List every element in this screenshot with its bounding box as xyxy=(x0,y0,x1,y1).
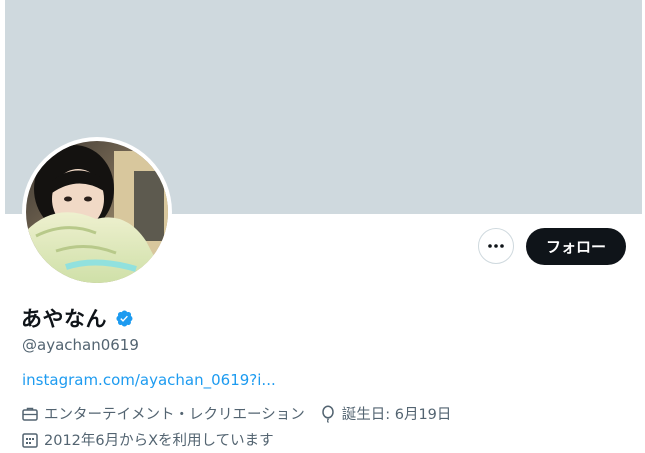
calendar-icon xyxy=(22,432,38,448)
balloon-icon xyxy=(321,404,334,423)
joined-row: 2012年6月からXを利用しています xyxy=(21,429,274,450)
profile-page: フォロー あやなん @ayachan0619 instagram.com/aya… xyxy=(0,0,645,453)
birthday-text: 誕生日: 6月19日 xyxy=(341,407,452,423)
handle: @ayachan0619 xyxy=(22,336,139,354)
joined-item: 2012年6月からXを利用しています xyxy=(21,429,274,450)
birthday-item: 誕生日: 6月19日 xyxy=(319,403,452,424)
more-options-button[interactable] xyxy=(478,228,514,264)
display-name-row: あやなん xyxy=(21,303,134,333)
display-name: あやなん xyxy=(21,307,107,331)
profile-link[interactable]: instagram.com/ayachan_0619?i... xyxy=(22,371,276,389)
verified-badge-icon[interactable] xyxy=(113,308,134,329)
avatar[interactable] xyxy=(22,137,172,287)
briefcase-icon xyxy=(22,407,38,421)
avatar-image[interactable] xyxy=(26,141,168,283)
follow-button[interactable]: フォロー xyxy=(526,228,626,265)
category-text: エンターテイメント・レクリエーション xyxy=(44,407,305,423)
category-item: エンターテイメント・レクリエーション xyxy=(21,403,305,424)
more-horizontal-icon xyxy=(488,244,504,248)
joined-text: 2012年6月からXを利用しています xyxy=(44,433,274,449)
profile-meta-row: エンターテイメント・レクリエーション 誕生日: 6月19日 xyxy=(21,403,451,424)
